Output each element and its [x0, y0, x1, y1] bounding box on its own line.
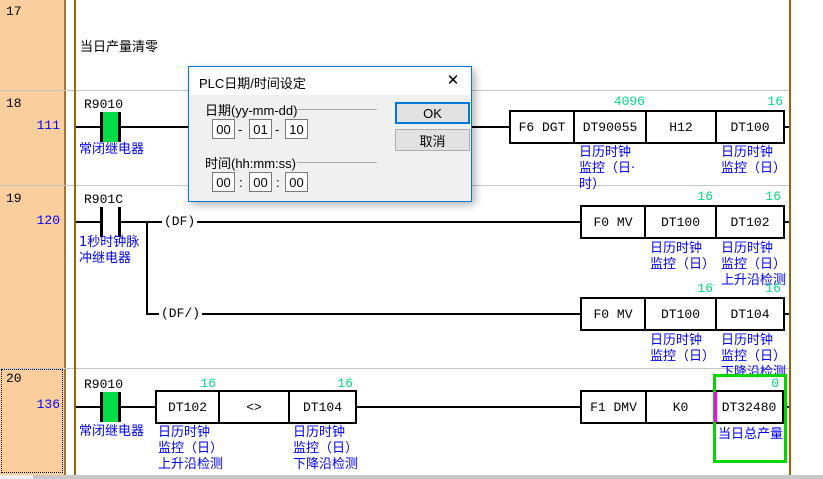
monitor-value: 16 [723, 94, 783, 109]
monitor-value: 16 [653, 189, 713, 204]
operand-cell[interactable]: DT102 [157, 392, 220, 422]
operand-comment: 日历时钟 监控（日） [721, 145, 786, 177]
selection-marquee [1, 369, 63, 473]
operand-cell[interactable]: DT100 [717, 112, 783, 142]
rung-comment: 当日产量清零 [80, 36, 158, 55]
instruction-cell[interactable]: F0 MV [582, 299, 646, 329]
monitor-value: 16 [721, 189, 781, 204]
margin-row-18[interactable]: 18 111 [0, 90, 66, 185]
operand-comment: 日历时钟 监控（日） 上升沿检测 [158, 425, 223, 473]
margin-row-17[interactable]: 17 [0, 0, 66, 90]
step-number: 120 [0, 213, 60, 228]
date-day-field[interactable] [285, 119, 308, 139]
operand-cell[interactable]: DT104 [290, 392, 355, 422]
monitor-value: 4096 [585, 94, 645, 109]
wire [76, 221, 580, 223]
monitor-value: 16 [293, 376, 353, 391]
df-falling-edge-instruction[interactable]: (DF/) [159, 306, 202, 321]
compare-box[interactable]: DT102 <> DT104 [155, 390, 357, 424]
right-power-rail [789, 0, 791, 475]
rung-number: 19 [6, 191, 22, 206]
contact-device-name: R901C [84, 192, 123, 207]
time-group-label: 时间(hh:mm:ss) [205, 153, 296, 172]
operand-cell[interactable]: H12 [647, 112, 717, 142]
operand-cell[interactable]: DT100 [646, 299, 717, 329]
operand-comment: 日历时钟 监控（日） [650, 241, 715, 273]
time-separator: : [239, 175, 243, 190]
row-separator [0, 368, 791, 369]
instruction-cell[interactable]: F0 MV [582, 207, 646, 237]
instruction-cell[interactable]: F1 DMV [582, 392, 647, 422]
plc-datetime-dialog: PLC日期/时间设定 ✕ 日期(yy-mm-dd) - - 时间(hh:mm:s… [188, 66, 472, 202]
dialog-title: PLC日期/时间设定 [199, 73, 306, 92]
instruction-box-f0-mv-fall[interactable]: F0 MV DT100 DT104 [580, 297, 785, 331]
instruction-box-f6-dgt[interactable]: F6 DGT DT90055 H12 DT100 [509, 110, 785, 144]
monitor-value: 16 [653, 281, 713, 296]
time-hour-field[interactable] [212, 172, 235, 192]
contact-comment: 常闭继电器 [79, 424, 144, 440]
scrollbar-thumb[interactable] [33, 475, 823, 479]
step-number: 111 [0, 118, 60, 133]
date-month-field[interactable] [249, 119, 272, 139]
operand-cell[interactable]: DT104 [717, 299, 783, 329]
rung-number: 18 [6, 96, 22, 111]
operand-cell[interactable]: DT90055 [575, 112, 647, 142]
time-separator: : [276, 175, 280, 190]
wire [146, 313, 580, 315]
time-second-field[interactable] [285, 172, 308, 192]
dialog-titlebar[interactable]: PLC日期/时间设定 ✕ [189, 67, 471, 95]
horizontal-scrollbar[interactable] [0, 475, 823, 479]
contact-r9010[interactable] [100, 112, 121, 142]
ok-button[interactable]: OK [395, 102, 470, 124]
operand-comment: 日历时钟 监控（日） [650, 333, 715, 365]
time-minute-field[interactable] [249, 172, 272, 192]
df-rising-edge-instruction[interactable]: (DF) [162, 214, 197, 229]
time-group-rule [297, 162, 377, 163]
margin-row-19[interactable]: 19 120 [0, 185, 66, 368]
contact-comment: 1秒时钟脉 冲继电器 [79, 235, 139, 267]
date-separator: - [238, 122, 242, 137]
instruction-cell[interactable]: F6 DGT [511, 112, 575, 142]
operand-cell[interactable]: K0 [647, 392, 716, 422]
date-group-label: 日期(yy-mm-dd) [205, 100, 297, 119]
close-icon[interactable]: ✕ [441, 71, 465, 91]
contact-r901c[interactable] [100, 207, 121, 237]
monitor-value: 16 [156, 376, 216, 391]
cancel-button[interactable]: 取消 [395, 129, 470, 151]
date-separator: - [275, 122, 279, 137]
edit-cursor [714, 392, 717, 422]
operand-comment: 日历时钟 监控（日） 下降沿检测 [293, 425, 358, 473]
contact-device-name: R9010 [84, 97, 123, 112]
left-power-rail [74, 0, 76, 475]
operand-comment: 日历时钟 监控（日· 时） [579, 145, 635, 193]
date-year-field[interactable] [212, 119, 235, 139]
date-group-rule [297, 109, 377, 110]
monitor-highlight-box [713, 374, 787, 463]
instruction-box-f0-mv-rise[interactable]: F0 MV DT100 DT102 [580, 205, 785, 239]
monitor-value: 16 [721, 281, 781, 296]
operator-cell[interactable]: <> [220, 392, 290, 422]
contact-device-name: R9010 [84, 377, 123, 392]
operand-cell[interactable]: DT100 [646, 207, 717, 237]
contact-r9010[interactable] [100, 392, 121, 422]
rung-number: 17 [6, 4, 22, 19]
contact-comment: 常闭继电器 [79, 142, 144, 158]
branch-wire [146, 221, 148, 315]
operand-cell[interactable]: DT102 [717, 207, 783, 237]
